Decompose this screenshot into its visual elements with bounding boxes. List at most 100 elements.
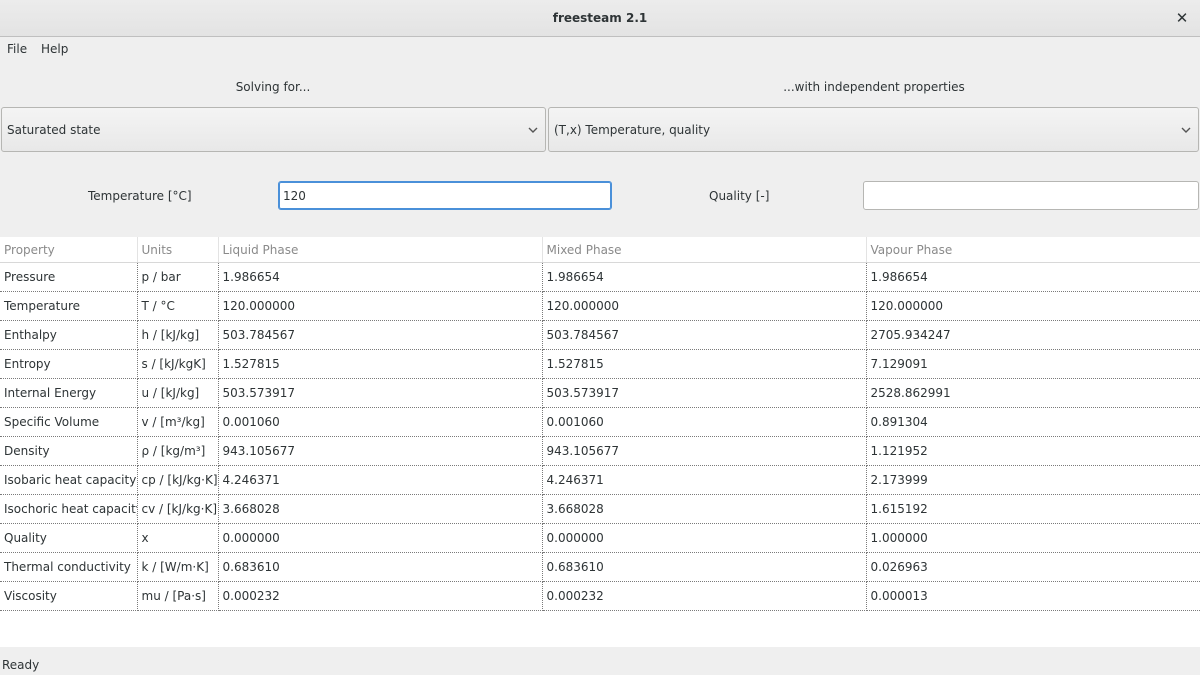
- table-cell: v / [m³/kg]: [137, 407, 219, 437]
- table-cell: 0.000013: [866, 581, 1200, 611]
- table-cell: 1.615192: [866, 494, 1200, 524]
- table-cell: Isochoric heat capacity: [0, 494, 138, 524]
- menu-help[interactable]: Help: [41, 42, 68, 56]
- table-cell: cv / [kJ/kg·K]: [137, 494, 219, 524]
- table-cell: 120.000000: [218, 291, 543, 321]
- table-cell: x: [137, 523, 219, 553]
- independent-properties-label: ...with independent properties: [783, 80, 965, 94]
- table-cell: 0.001060: [218, 407, 543, 437]
- table-cell: 7.129091: [866, 349, 1200, 379]
- table-row[interactable]: Specific Volume v / [m³/kg] 0.001060 0.0010…: [0, 407, 1200, 437]
- table-cell: Quality: [0, 523, 138, 553]
- column-header[interactable]: Liquid Phase: [218, 237, 543, 263]
- table-cell: Temperature: [0, 291, 138, 321]
- table-cell: 0.683610: [218, 552, 543, 582]
- window-title: freesteam 2.1: [552, 11, 648, 25]
- table-cell: Enthalpy: [0, 320, 138, 350]
- table-cell: u / [kJ/kg]: [137, 378, 219, 408]
- table-cell: Entropy: [0, 349, 138, 379]
- table-cell: k / [W/m·K]: [137, 552, 219, 582]
- table-cell: 3.668028: [218, 494, 543, 524]
- table-cell: 0.683610: [542, 552, 867, 582]
- menu-bar: File Help: [0, 37, 1200, 63]
- solving-for-label: Solving for...: [235, 80, 311, 94]
- table-cell: s / [kJ/kgK]: [137, 349, 219, 379]
- table-cell: 120.000000: [866, 291, 1200, 321]
- column-header[interactable]: Mixed Phase: [542, 237, 867, 263]
- table-row[interactable]: Quality x 0.000000 0.000000 1.000000: [0, 523, 1200, 553]
- quality-input[interactable]: [863, 181, 1199, 210]
- table-cell: 503.573917: [542, 378, 867, 408]
- table-row[interactable]: Isochoric heat capacity cv / [kJ/kg·K] 3.6…: [0, 494, 1200, 524]
- table-cell: Thermal conductivity: [0, 552, 138, 582]
- table-header-row: Property Units Liquid Phase Mixed Phase …: [0, 237, 1200, 263]
- table-cell: 1.986654: [218, 262, 543, 292]
- table-cell: Density: [0, 436, 138, 466]
- table-cell: 943.105677: [218, 436, 543, 466]
- column-header[interactable]: Property: [0, 237, 138, 263]
- status-text: Ready: [2, 658, 40, 672]
- column-header[interactable]: Vapour Phase: [866, 237, 1200, 263]
- table-row[interactable]: Temperature T / °C 120.000000 120.000000 120…: [0, 291, 1200, 321]
- independent-properties-value: (T,x) Temperature, quality: [554, 123, 711, 137]
- table-cell: 1.527815: [542, 349, 867, 379]
- table-row[interactable]: Enthalpy h / [kJ/kg] 503.784567 503.784567 2…: [0, 320, 1200, 350]
- table-cell: 1.121952: [866, 436, 1200, 466]
- table-cell: 0.000000: [218, 523, 543, 553]
- table-cell: 1.527815: [218, 349, 543, 379]
- table-cell: 120.000000: [542, 291, 867, 321]
- chevron-down-icon: [528, 127, 538, 133]
- table-cell: 0.000000: [542, 523, 867, 553]
- close-icon[interactable]: ✕: [1172, 8, 1192, 28]
- table-cell: 0.026963: [866, 552, 1200, 582]
- results-table: Property Units Liquid Phase Mixed Phase …: [0, 237, 1200, 611]
- solving-for-dropdown[interactable]: Saturated state: [1, 107, 546, 152]
- menu-file[interactable]: File: [7, 42, 27, 56]
- table-cell: 0.000232: [218, 581, 543, 611]
- chevron-down-icon: [1181, 127, 1191, 133]
- status-bar: Ready: [0, 647, 1200, 675]
- temperature-label: Temperature [°C]: [88, 189, 192, 203]
- table-row[interactable]: Viscosity mu / [Pa·s] 0.000232 0.000232 0.00…: [0, 581, 1200, 611]
- quality-label: Quality [-]: [709, 189, 770, 203]
- table-cell: Pressure: [0, 262, 138, 292]
- table-cell: 0.891304: [866, 407, 1200, 437]
- table-cell: 1.000000: [866, 523, 1200, 553]
- table-row[interactable]: Thermal conductivity k / [W/m·K] 0.683610 0…: [0, 552, 1200, 582]
- title-bar: freesteam 2.1 ✕: [0, 0, 1200, 37]
- table-cell: 3.668028: [542, 494, 867, 524]
- column-header[interactable]: Units: [137, 237, 219, 263]
- table-cell: 503.784567: [218, 320, 543, 350]
- table-cell: T / °C: [137, 291, 219, 321]
- table-cell: 943.105677: [542, 436, 867, 466]
- table-cell: 2705.934247: [866, 320, 1200, 350]
- table-cell: 1.986654: [542, 262, 867, 292]
- table-row[interactable]: Internal Energy u / [kJ/kg] 503.573917 503.…: [0, 378, 1200, 408]
- table-cell: 0.000232: [542, 581, 867, 611]
- table-cell: 0.001060: [542, 407, 867, 437]
- table-cell: 503.573917: [218, 378, 543, 408]
- table-row[interactable]: Entropy s / [kJ/kgK] 1.527815 1.527815 7.129…: [0, 349, 1200, 379]
- table-cell: Viscosity: [0, 581, 138, 611]
- table-cell: ρ / [kg/m³]: [137, 436, 219, 466]
- solving-for-value: Saturated state: [7, 123, 101, 137]
- table-cell: Isobaric heat capacity: [0, 465, 138, 495]
- table-row[interactable]: Pressure p / bar 1.986654 1.986654 1.986654: [0, 262, 1200, 292]
- table-cell: 4.246371: [542, 465, 867, 495]
- table-cell: 503.784567: [542, 320, 867, 350]
- temperature-input[interactable]: [278, 181, 612, 210]
- table-cell: h / [kJ/kg]: [137, 320, 219, 350]
- table-cell: Internal Energy: [0, 378, 138, 408]
- independent-properties-dropdown[interactable]: (T,x) Temperature, quality: [548, 107, 1199, 152]
- results-table-container: Property Units Liquid Phase Mixed Phase …: [0, 237, 1200, 647]
- table-cell: mu / [Pa·s]: [137, 581, 219, 611]
- table-cell: 2528.862991: [866, 378, 1200, 408]
- table-cell: p / bar: [137, 262, 219, 292]
- table-row[interactable]: Isobaric heat capacity cp / [kJ/kg·K] 4.24…: [0, 465, 1200, 495]
- table-cell: Specific Volume: [0, 407, 138, 437]
- table-cell: cp / [kJ/kg·K]: [137, 465, 219, 495]
- table-cell: 2.173999: [866, 465, 1200, 495]
- table-cell: 4.246371: [218, 465, 543, 495]
- table-cell: 1.986654: [866, 262, 1200, 292]
- table-row[interactable]: Density ρ / [kg/m³] 943.105677 943.105677 1.…: [0, 436, 1200, 466]
